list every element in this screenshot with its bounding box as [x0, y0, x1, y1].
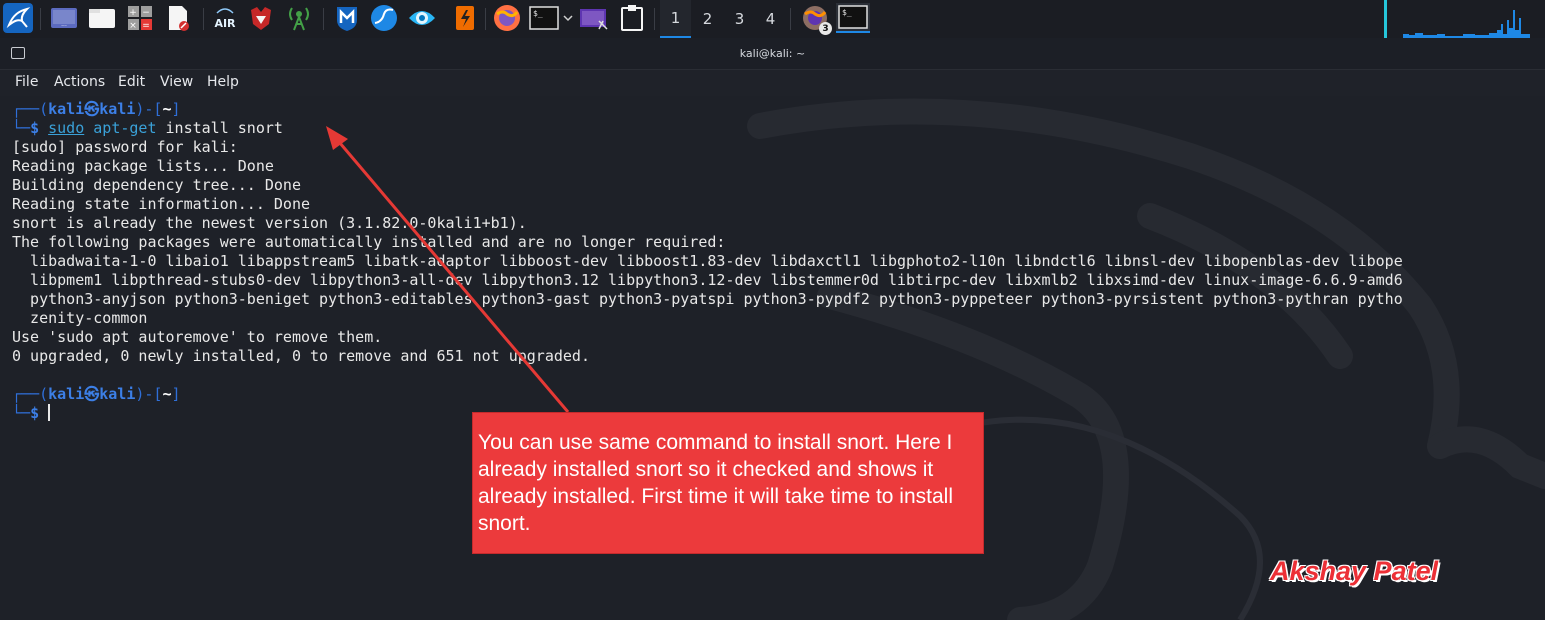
- output-line: zenity-common: [12, 309, 148, 327]
- command-line: └─$ sudo apt-get install snort: [12, 119, 283, 138]
- svg-text:$_: $_: [533, 9, 543, 18]
- show-desktop-icon[interactable]: ...: [49, 3, 79, 33]
- metasploit-icon[interactable]: [332, 3, 362, 33]
- prompt-end: ]: [171, 385, 181, 403]
- input-line[interactable]: └─$: [12, 404, 51, 423]
- svg-text:=: =: [142, 21, 150, 31]
- workspace-4[interactable]: 4: [755, 0, 786, 38]
- svg-text:−: −: [142, 8, 150, 18]
- menu-help[interactable]: Help: [207, 74, 239, 90]
- output-line: python3-anyjson python3-beniget python3-…: [12, 290, 1403, 308]
- aircrack-icon[interactable]: AIR: [210, 3, 240, 33]
- annotation-callout: You can use same command to install snor…: [472, 412, 984, 554]
- prompt-user: kali㉿kali: [48, 100, 136, 118]
- menu-bar: File Actions Edit View Help: [0, 70, 1545, 96]
- prompt-frame-bottom: └─: [12, 404, 31, 422]
- output-line: [sudo] password for kali:: [12, 138, 238, 156]
- prompt-end: ]: [171, 100, 181, 118]
- prompt-path: ~: [162, 385, 172, 403]
- output-line: The following packages were automaticall…: [12, 233, 726, 251]
- running-terminal-icon[interactable]: $_: [836, 3, 870, 33]
- prompt-dollar: $: [30, 404, 40, 422]
- prompt-frame-bottom: └─: [12, 119, 31, 137]
- output-line: Reading package lists... Done: [12, 157, 274, 175]
- kali-menu-icon[interactable]: [3, 3, 33, 33]
- command-args: install snort: [156, 119, 283, 137]
- prompt-frame-top: ┌──(: [12, 100, 49, 118]
- terminal-icon[interactable]: $_: [528, 3, 560, 33]
- screenshot-icon[interactable]: [579, 3, 609, 33]
- running-firefox-icon[interactable]: 3: [800, 3, 832, 35]
- workspace-2[interactable]: 2: [692, 0, 723, 38]
- window-count-badge: 3: [819, 22, 832, 35]
- menu-view[interactable]: View: [160, 74, 193, 90]
- command-bin: apt-get: [93, 119, 157, 137]
- text-editor-icon[interactable]: [163, 3, 193, 33]
- firefox-icon[interactable]: [492, 3, 522, 33]
- calculator-icon[interactable]: + − × =: [125, 3, 155, 33]
- svg-text:+: +: [129, 8, 137, 18]
- annotation-text: You can use same command to install snor…: [478, 431, 953, 535]
- output-line: 0 upgraded, 0 newly installed, 0 to remo…: [12, 347, 590, 365]
- output-line: libpmem1 libpthread-stubs0-dev libpython…: [12, 271, 1403, 289]
- taskbar: ... + − × = AIR $_ 1 2 3 4 3 $_: [0, 0, 1545, 38]
- svg-text:AIR: AIR: [214, 17, 236, 30]
- prompt-mid: )-[: [135, 385, 163, 403]
- svg-text:×: ×: [129, 21, 137, 31]
- output-line: Building dependency tree... Done: [12, 176, 301, 194]
- menu-actions[interactable]: Actions: [54, 74, 105, 90]
- workspace-1[interactable]: 1: [660, 0, 691, 38]
- prompt-dollar: $: [30, 119, 40, 137]
- output-line: snort is already the newest version (3.1…: [12, 214, 527, 232]
- command-sudo: sudo: [48, 119, 85, 137]
- menu-edit[interactable]: Edit: [118, 74, 145, 90]
- file-manager-icon[interactable]: [87, 3, 117, 33]
- burp-orange-icon[interactable]: [450, 3, 480, 33]
- window-title: kali@kali: ~: [739, 47, 806, 60]
- text-cursor: [48, 404, 51, 421]
- window-titlebar: kali@kali: ~: [0, 38, 1545, 70]
- prompt-path: ~: [162, 100, 172, 118]
- prompt-line-1: ┌──(kali㉿kali)-[~]: [12, 100, 181, 119]
- prompt-mid: )-[: [135, 100, 163, 118]
- zaproxy-icon[interactable]: [407, 3, 437, 33]
- output-line: Reading state information... Done: [12, 195, 311, 213]
- wireshark-icon[interactable]: [369, 3, 399, 33]
- clipboard-icon[interactable]: [617, 3, 647, 33]
- prompt-frame-top: ┌──(: [12, 385, 49, 403]
- cpu-graph-icon: [1403, 10, 1530, 38]
- prompt-line-2: ┌──(kali㉿kali)-[~]: [12, 385, 181, 404]
- burpsuite-icon[interactable]: [246, 3, 276, 33]
- svg-text:$_: $_: [842, 8, 852, 17]
- workspace-3[interactable]: 3: [724, 0, 755, 38]
- wifi-tool-icon[interactable]: [284, 3, 314, 33]
- menu-file[interactable]: File: [15, 74, 38, 90]
- prompt-user: kali㉿kali: [48, 385, 136, 403]
- author-watermark: Akshay Patel: [1270, 556, 1439, 586]
- output-line: libadwaita-1-0 libaio1 libappstream5 lib…: [12, 252, 1403, 270]
- svg-text:...: ...: [61, 21, 67, 28]
- chevron-down-icon[interactable]: [561, 3, 575, 33]
- output-line: Use 'sudo apt autoremove' to remove them…: [12, 328, 383, 346]
